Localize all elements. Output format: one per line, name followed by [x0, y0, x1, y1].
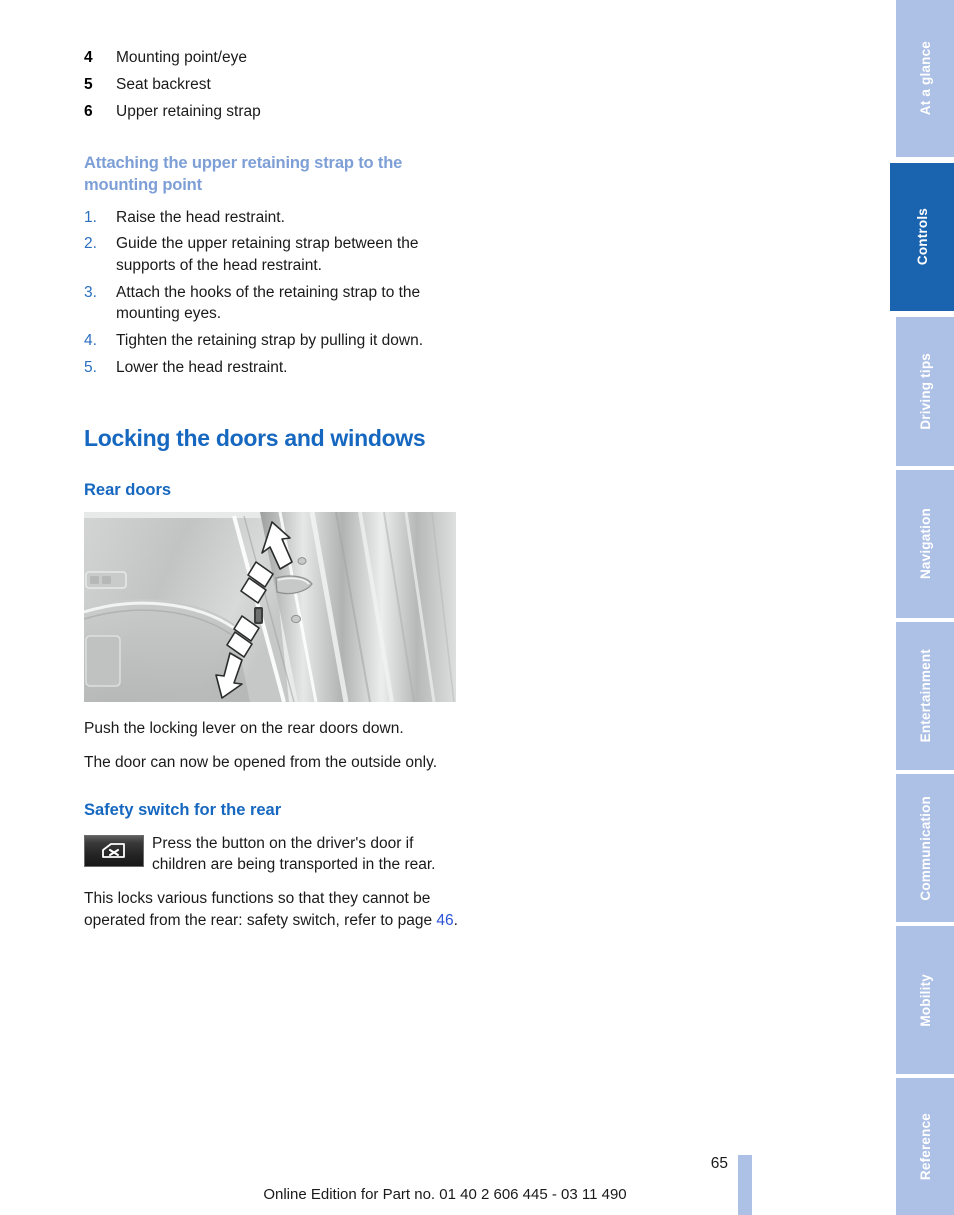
legend-item-label: Seat backrest	[116, 75, 211, 93]
chapter-tab-at-a-glance[interactable]: At a glance	[896, 0, 954, 157]
legend-item-number: 4	[84, 49, 93, 66]
safety-switch-paragraph-text: Press the button on the driver's door if…	[152, 834, 436, 874]
step-item: 2. Guide the upper retaining strap betwe…	[84, 233, 464, 276]
step-text: Lower the head restraint.	[116, 358, 288, 376]
chapter-tab-driving-tips[interactable]: Driving tips	[896, 317, 954, 466]
safety-switch-paragraph: Press the button on the driver's door if…	[84, 833, 464, 876]
step-item: 5. Lower the head restraint.	[84, 357, 464, 379]
safety-switch-heading: Safety switch for the rear	[84, 801, 282, 820]
strap-steps-list: 1. Raise the head restraint. 2. Guide th…	[84, 207, 464, 379]
step-number: 1.	[84, 208, 97, 226]
chapter-tab-label: Navigation	[917, 508, 933, 580]
page-title: Locking the doors and windows	[84, 425, 426, 452]
chapter-tab-label: Entertainment	[917, 649, 933, 743]
chapter-tab-reference[interactable]: Reference	[896, 1078, 954, 1215]
chapter-tab-label: Controls	[914, 208, 930, 266]
car-door-with-x-glyph	[102, 842, 125, 858]
rear-doors-paragraph-2: The door can now be opened from the outs…	[84, 753, 437, 771]
legend-item: 4 Mounting point/eye	[84, 48, 464, 69]
chapter-tab-label: Driving tips	[917, 353, 933, 430]
chapter-tab-navigation[interactable]: Navigation	[896, 470, 954, 618]
step-text: Tighten the retaining strap by pulling i…	[116, 332, 424, 350]
legend-list: 4 Mounting point/eye 5 Seat backrest 6 U…	[84, 48, 464, 123]
safety-switch-closing-paragraph: This locks various functions so that the…	[84, 888, 464, 931]
legend-item: 6 Upper retaining strap	[84, 102, 464, 123]
chapter-tab-label: Mobility	[917, 973, 933, 1027]
step-item: 3. Attach the hooks of the retaining str…	[84, 282, 464, 325]
closing-text-before: This locks various functions so that the…	[84, 890, 437, 929]
chapter-tab-entertainment[interactable]: Entertainment	[896, 622, 954, 770]
legend-item-label: Upper retaining strap	[116, 102, 261, 120]
chapter-tab-communication[interactable]: Communication	[896, 774, 954, 922]
legend-item-number: 5	[84, 75, 93, 93]
page-reference-link[interactable]: 46	[436, 912, 453, 929]
step-text: Attach the hooks of the retaining strap …	[116, 283, 421, 323]
chapter-tab-label: Reference	[917, 1112, 933, 1181]
step-item: 1. Raise the head restraint.	[84, 207, 464, 229]
step-text: Raise the head restraint.	[116, 208, 285, 226]
step-number: 5.	[84, 358, 97, 376]
page-content-column: 4 Mounting point/eye 5 Seat backrest 6 U…	[84, 48, 464, 944]
edition-footer-text: Online Edition for Part no. 01 40 2 606 …	[263, 1186, 627, 1203]
legend-item: 5 Seat backrest	[84, 75, 464, 96]
door-panel-illustration	[84, 511, 456, 702]
strap-section-heading: Attaching the upper retaining strap to t…	[84, 153, 403, 194]
step-number: 2.	[84, 235, 97, 253]
rear-doors-heading: Rear doors	[84, 480, 172, 499]
chapter-tab-mobility[interactable]: Mobility	[896, 926, 954, 1074]
step-text: Guide the upper retaining strap between …	[116, 235, 419, 275]
step-number: 4.	[84, 332, 97, 350]
chapter-tab-controls[interactable]: Controls	[890, 163, 954, 311]
chapter-tab-label: Communication	[917, 795, 933, 901]
step-number: 3.	[84, 283, 97, 301]
manual-page: 4 Mounting point/eye 5 Seat backrest 6 U…	[0, 0, 890, 1215]
rear-doors-paragraph-1: Push the locking lever on the rear doors…	[84, 719, 404, 737]
page-number-marker	[738, 1155, 752, 1215]
legend-item-label: Mounting point/eye	[116, 49, 247, 66]
child-safety-lock-button-icon	[84, 834, 144, 867]
legend-item-number: 6	[84, 102, 93, 120]
chapter-tab-rail: At a glance Controls Driving tips Naviga…	[890, 0, 954, 1215]
closing-text-after: .	[453, 911, 458, 929]
chapter-tab-label: At a glance	[917, 41, 933, 116]
rear-door-locking-lever-photo	[84, 511, 456, 702]
page-number: 65	[710, 1155, 728, 1172]
step-item: 4. Tighten the retaining strap by pullin…	[84, 330, 464, 352]
